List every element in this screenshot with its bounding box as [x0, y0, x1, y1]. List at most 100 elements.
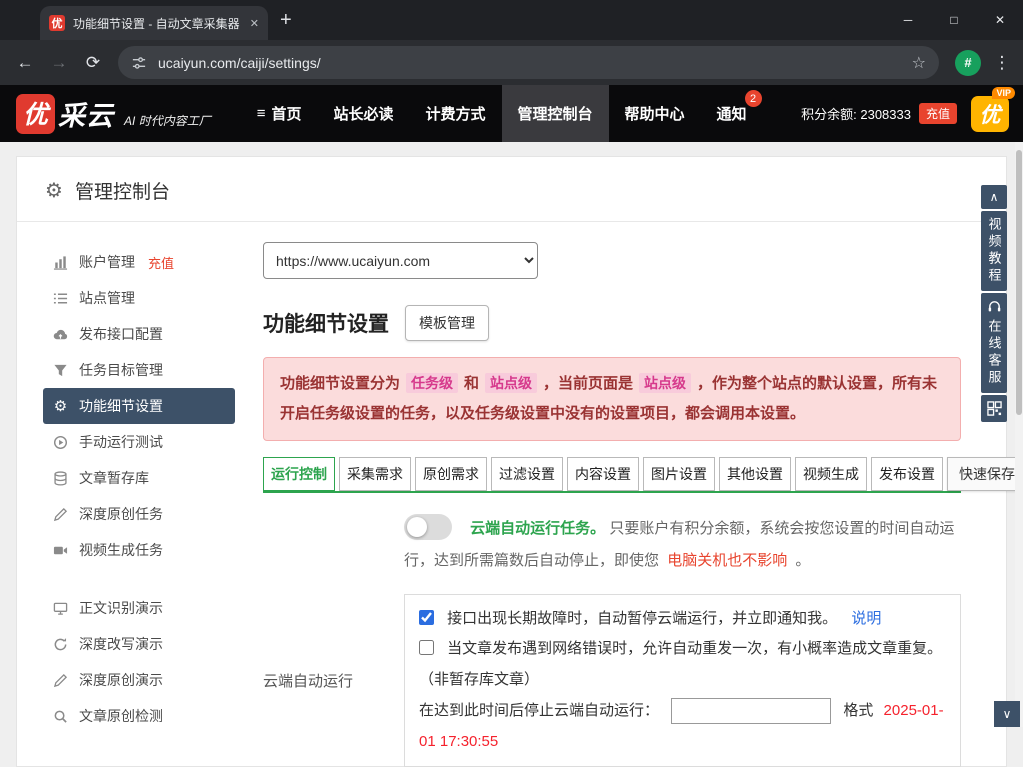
sidebar-item-article-store[interactable]: 文章暂存库	[43, 460, 235, 496]
search-icon	[53, 709, 68, 724]
sidebar-item-deep-original-demo[interactable]: 深度原创演示	[43, 662, 235, 698]
cloud-auto-run-label: 云端自动运行	[263, 594, 404, 767]
page-content: ⚙ 管理控制台 账户管理 充值 站点管理 发布接口配置	[0, 142, 1023, 727]
site-select[interactable]: https://www.ucaiyun.com	[263, 242, 538, 279]
play-icon	[53, 435, 68, 450]
url-text[interactable]: ucaiyun.com/caiji/settings/	[158, 55, 901, 71]
new-tab-button[interactable]: +	[280, 9, 292, 32]
stop-time-input[interactable]	[671, 698, 831, 724]
tab-image-settings[interactable]: 图片设置	[643, 457, 715, 491]
nav-item-notifications[interactable]: 通知 2	[701, 85, 763, 142]
tab-collect-requirements[interactable]: 采集需求	[339, 457, 411, 491]
close-button[interactable]: ✕	[977, 0, 1023, 40]
monitor-icon	[53, 601, 68, 616]
settings-tabs: 运行控制 采集需求 原创需求 过滤设置 内容设置 图片设置 其他设置 视频生成 …	[263, 457, 961, 493]
cloud-upload-icon	[53, 327, 68, 342]
chevron-up-icon: ∧	[990, 190, 999, 204]
tab-original-requirements[interactable]: 原创需求	[415, 457, 487, 491]
card-header: ⚙ 管理控制台	[17, 157, 1006, 222]
sidebar-item-sites[interactable]: 站点管理	[43, 280, 235, 316]
video-tutorial-button[interactable]: 视频教程	[981, 211, 1007, 291]
sidebar-item-task-targets[interactable]: 任务目标管理	[43, 352, 235, 388]
no-shutdown-highlight: 电脑关机也不影响	[667, 552, 787, 569]
chevron-down-icon: ∨	[1003, 707, 1012, 721]
sidebar-item-text-recognition-demo[interactable]: 正文识别演示	[43, 590, 235, 626]
sidebar-item-feature-settings[interactable]: ⚙ 功能细节设置	[43, 388, 235, 424]
reload-button[interactable]: ⟳	[78, 48, 108, 78]
profile-avatar[interactable]: #	[955, 50, 981, 76]
settings-content: https://www.ucaiyun.com 功能细节设置 模板管理 功能细节…	[241, 236, 1006, 767]
list-icon	[53, 291, 68, 306]
auto-resend-checkbox[interactable]	[419, 640, 434, 655]
scrollbar-thumb[interactable]	[1016, 150, 1022, 415]
edit-icon	[53, 507, 68, 522]
qr-code-button[interactable]	[981, 395, 1007, 422]
maximize-button[interactable]: □	[931, 0, 977, 40]
video-icon	[53, 543, 68, 558]
logo-accent: 优	[16, 94, 55, 134]
pause-on-failure-checkbox[interactable]	[419, 610, 434, 625]
tab-publish-settings[interactable]: 发布设置	[871, 457, 943, 491]
edit-icon	[53, 673, 68, 688]
site-navbar: 优 采云 AI 时代内容工厂 ≡ 首页 站长必读 计费方式 管理控制台 帮助中心…	[0, 85, 1023, 142]
tab-filter-settings[interactable]: 过滤设置	[491, 457, 563, 491]
explain-link[interactable]: 说明	[851, 610, 881, 627]
filter-icon	[53, 363, 68, 378]
gears-icon: ⚙	[53, 397, 68, 415]
headset-icon	[987, 299, 1002, 314]
quick-save-button[interactable]: 快速保存	[947, 457, 1023, 491]
forward-button[interactable]: →	[44, 48, 74, 78]
tab-run-control[interactable]: 运行控制	[263, 457, 335, 491]
nav-item-billing[interactable]: 计费方式	[410, 85, 502, 142]
site-info-icon[interactable]	[131, 55, 147, 71]
chart-icon	[53, 255, 68, 270]
sidebar-item-deep-rewrite-demo[interactable]: 深度改写演示	[43, 626, 235, 662]
sidebar-item-account[interactable]: 账户管理 充值	[43, 244, 235, 280]
notification-badge: 2	[745, 90, 762, 107]
online-service-button[interactable]: 在线客服	[981, 293, 1007, 393]
tab-video-generation[interactable]: 视频生成	[795, 457, 867, 491]
tab-other-settings[interactable]: 其他设置	[719, 457, 791, 491]
browser-menu-icon[interactable]: ⋮	[991, 53, 1013, 73]
qr-code-icon	[987, 401, 1002, 416]
nav-item-home[interactable]: ≡ 首页	[241, 85, 318, 142]
tab-close-icon[interactable]: ✕	[250, 17, 259, 30]
list-icon: ≡	[257, 105, 266, 122]
sidebar-recharge-link[interactable]: 充值	[148, 253, 174, 272]
gear-icon: ⚙	[45, 178, 63, 203]
sidebar-divider	[43, 568, 235, 590]
sidebar-item-manual-run[interactable]: 手动运行测试	[43, 424, 235, 460]
back-button[interactable]: ←	[10, 48, 40, 78]
tab-content-settings[interactable]: 内容设置	[567, 457, 639, 491]
back-to-top-button[interactable]: ∧	[981, 185, 1007, 209]
nav-menu: ≡ 首页 站长必读 计费方式 管理控制台 帮助中心 通知 2	[241, 85, 763, 142]
settings-scope-alert: 功能细节设置分为任务级和站点级，当前页面是站点级，作为整个站点的默认设置，所有未…	[263, 357, 961, 441]
site-logo[interactable]: 优 采云	[16, 94, 114, 134]
browser-tab[interactable]: 优 功能细节设置 - 自动文章采集器 ✕	[40, 6, 268, 40]
browser-toolbar: ← → ⟳ ucaiyun.com/caiji/settings/ ☆ # ⋮	[0, 40, 1023, 85]
vip-logo[interactable]: 优 VIP	[971, 96, 1009, 132]
refresh-icon	[53, 637, 68, 652]
minimize-button[interactable]: ─	[885, 0, 931, 40]
database-icon	[53, 471, 68, 486]
nav-item-help-center[interactable]: 帮助中心	[609, 85, 701, 142]
nav-item-must-read[interactable]: 站长必读	[317, 85, 409, 142]
sidebar-item-video-task[interactable]: 视频生成任务	[43, 532, 235, 568]
tag-task-level: 任务级	[406, 373, 458, 393]
template-manage-button[interactable]: 模板管理	[405, 305, 489, 341]
tag-site-level: 站点级	[485, 373, 537, 393]
nav-item-console[interactable]: 管理控制台	[502, 85, 609, 142]
sidebar-item-publish-api[interactable]: 发布接口配置	[43, 316, 235, 352]
page-scrollbar[interactable]	[1015, 142, 1023, 727]
recharge-button[interactable]: 充值	[919, 103, 957, 124]
logo-text: 采云	[58, 94, 114, 133]
sidebar-item-deep-original-task[interactable]: 深度原创任务	[43, 496, 235, 532]
sidebar-item-originality-check[interactable]: 文章原创检测	[43, 698, 235, 734]
sidebar: 账户管理 充值 站点管理 发布接口配置 任务目标管理 ⚙ 功能细节设置	[29, 236, 241, 767]
site-tagline: AI 时代内容工厂	[124, 112, 211, 129]
address-bar[interactable]: ucaiyun.com/caiji/settings/ ☆	[118, 46, 939, 79]
cloud-auto-run-toggle[interactable]	[404, 514, 452, 540]
scroll-to-bottom-button[interactable]: ∨	[994, 701, 1020, 727]
floating-toolbar: ∧ 视频教程 在线客服	[981, 185, 1007, 422]
bookmark-star-icon[interactable]: ☆	[912, 53, 926, 73]
